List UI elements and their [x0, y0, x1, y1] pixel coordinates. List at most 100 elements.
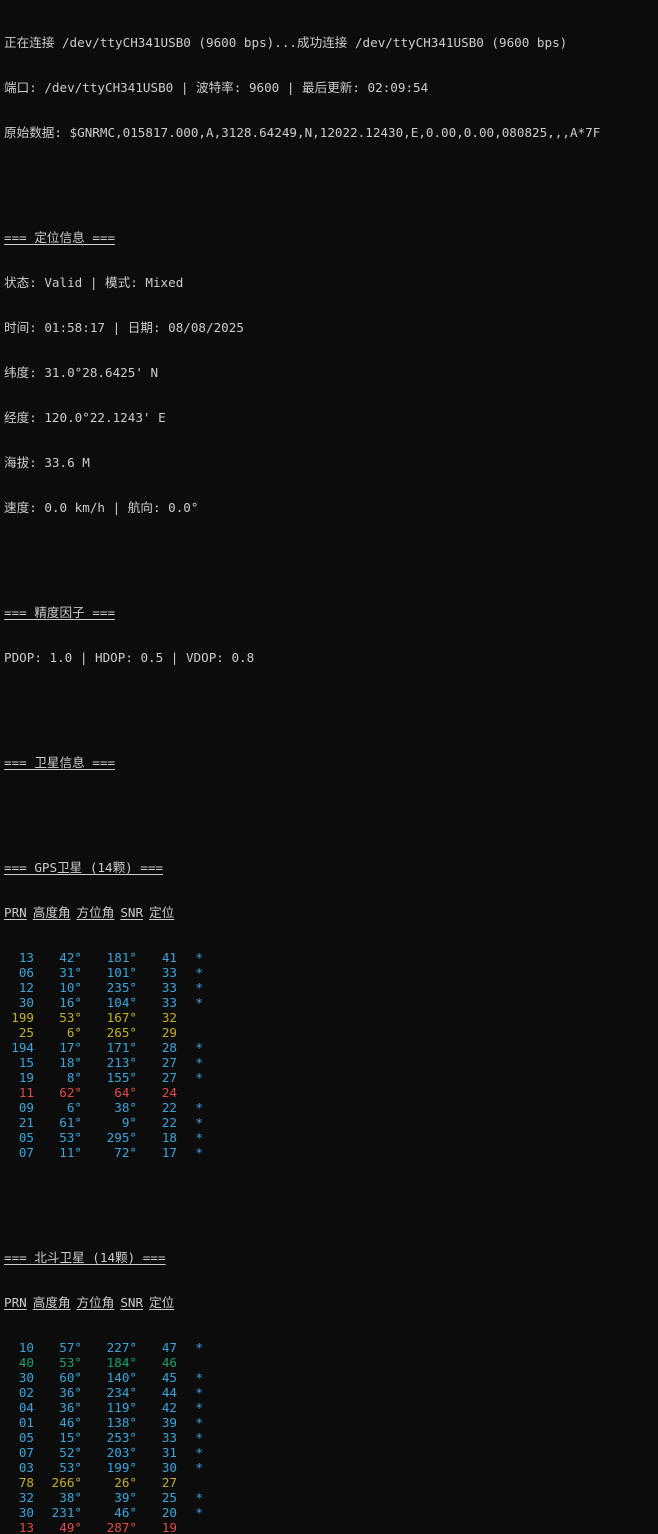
satellite-row: 10 57° 227° 47 * — [4, 1340, 658, 1355]
sat-snr: 44 — [161, 1385, 177, 1400]
sat-fix-flag: * — [195, 1115, 203, 1130]
sat-prn: 04 — [18, 1400, 34, 1415]
sat-prn: 78 — [18, 1475, 34, 1490]
sat-snr: 33 — [161, 995, 177, 1010]
col-snr-header: SNR — [120, 905, 144, 920]
satellite-heading: === 卫星信息 === — [4, 755, 116, 770]
sat-fix-flag: * — [195, 1460, 203, 1475]
sat-azimuth: 72° — [114, 1145, 137, 1160]
sat-snr: 41 — [161, 950, 177, 965]
satellite-row: 09 6° 38° 22 * — [4, 1100, 658, 1115]
sat-elevation: 53° — [59, 1010, 82, 1025]
sat-elevation: 36° — [59, 1400, 82, 1415]
sat-elevation: 36° — [59, 1385, 82, 1400]
sat-prn: 06 — [18, 965, 34, 980]
sat-fix-flag: * — [195, 1130, 203, 1145]
sat-fix-flag: * — [195, 1370, 203, 1385]
sat-snr: 25 — [161, 1490, 177, 1505]
sat-azimuth: 199° — [106, 1460, 137, 1475]
sat-prn: 09 — [18, 1100, 34, 1115]
sat-elevation: 57° — [59, 1340, 82, 1355]
sat-prn: 32 — [18, 1490, 34, 1505]
sat-fix-flag — [177, 1520, 203, 1534]
speed-course-line: 速度: 0.0 km/h | 航向: 0.0° — [4, 500, 199, 515]
terminal-window[interactable]: 正在连接 /dev/ttyCH341USB0 (9600 bps)...成功连接… — [0, 0, 658, 1534]
col-azimuth-header: 方位角 — [76, 1295, 115, 1310]
sat-azimuth: 138° — [106, 1415, 137, 1430]
sat-prn: 05 — [18, 1130, 34, 1145]
sat-elevation: 38° — [59, 1490, 82, 1505]
sat-fix-flag: * — [195, 1070, 203, 1085]
sat-fix-flag — [177, 1025, 203, 1040]
sat-fix-flag: * — [195, 1040, 203, 1055]
satellite-row: 19 8° 155° 27 * — [4, 1070, 658, 1085]
beidou-column-header: PRN 高度角 方位角 SNR 定位 — [4, 1295, 658, 1310]
sat-fix-flag: * — [195, 1445, 203, 1460]
sat-fix-flag: * — [195, 1145, 203, 1160]
sat-prn: 13 — [18, 950, 34, 965]
sat-azimuth: 9° — [121, 1115, 137, 1130]
satellite-row: 15 18° 213° 27 * — [4, 1055, 658, 1070]
sat-prn: 30 — [18, 1505, 34, 1520]
sat-azimuth: 104° — [106, 995, 137, 1010]
sat-snr: 20 — [161, 1505, 177, 1520]
sat-snr: 30 — [161, 1460, 177, 1475]
sat-elevation: 53° — [59, 1130, 82, 1145]
sat-azimuth: 287° — [106, 1520, 137, 1534]
sat-prn: 30 — [18, 995, 34, 1010]
sat-elevation: 46° — [59, 1415, 82, 1430]
sat-fix-flag: * — [195, 980, 203, 995]
sat-elevation: 49° — [59, 1520, 82, 1534]
sat-prn: 07 — [18, 1145, 34, 1160]
sat-elevation: 53° — [59, 1460, 82, 1475]
dop-values-line: PDOP: 1.0 | HDOP: 0.5 | VDOP: 0.8 — [4, 650, 255, 665]
sat-azimuth: 184° — [106, 1355, 137, 1370]
sat-snr: 47 — [161, 1340, 177, 1355]
sat-prn: 40 — [18, 1355, 34, 1370]
fix-status-line: 状态: Valid | 模式: Mixed — [4, 275, 184, 290]
sat-prn: 15 — [18, 1055, 34, 1070]
satellite-row: 12 10° 235° 33 * — [4, 980, 658, 995]
sat-azimuth: 253° — [106, 1430, 137, 1445]
sat-fix-flag: * — [195, 1400, 203, 1415]
sat-elevation: 62° — [59, 1085, 82, 1100]
satellite-row: 11 62° 64° 24 — [4, 1085, 658, 1100]
sat-fix-flag: * — [195, 1385, 203, 1400]
sat-elevation: 52° — [59, 1445, 82, 1460]
col-fix-header: 定位 — [149, 905, 175, 920]
satellite-row: 30 231° 46° 20 * — [4, 1505, 658, 1520]
sat-elevation: 42° — [59, 950, 82, 965]
sat-azimuth: 181° — [106, 950, 137, 965]
sat-prn: 02 — [18, 1385, 34, 1400]
beidou-section-heading: === 北斗卫星 (14颗) === — [4, 1250, 166, 1265]
sat-elevation: 11° — [59, 1145, 82, 1160]
satellite-row: 03 53° 199° 30 * — [4, 1460, 658, 1475]
sat-elevation: 8° — [66, 1070, 82, 1085]
sat-elevation: 31° — [59, 965, 82, 980]
sat-fix-flag — [177, 1475, 203, 1490]
satellite-row: 32 38° 39° 25 * — [4, 1490, 658, 1505]
sat-prn: 30 — [18, 1370, 34, 1385]
sat-fix-flag: * — [195, 1415, 203, 1430]
sat-elevation: 61° — [59, 1115, 82, 1130]
sat-snr: 27 — [161, 1475, 177, 1490]
sat-snr: 31 — [161, 1445, 177, 1460]
col-fix-header: 定位 — [149, 1295, 175, 1310]
sat-fix-flag: * — [195, 995, 203, 1010]
satellite-row: 13 49° 287° 19 — [4, 1520, 658, 1534]
port-info-line: 端口: /dev/ttyCH341USB0 | 波特率: 9600 | 最后更新… — [4, 80, 429, 95]
sat-prn: 19 — [18, 1070, 34, 1085]
sat-prn: 194 — [11, 1040, 34, 1055]
sat-elevation: 10° — [59, 980, 82, 995]
sat-snr: 19 — [161, 1520, 177, 1534]
sat-snr: 39 — [161, 1415, 177, 1430]
sat-azimuth: 46° — [114, 1505, 137, 1520]
sat-azimuth: 167° — [106, 1010, 137, 1025]
sat-elevation: 16° — [59, 995, 82, 1010]
sat-azimuth: 39° — [114, 1490, 137, 1505]
col-elevation-header: 高度角 — [32, 905, 71, 920]
col-elevation-header: 高度角 — [32, 1295, 71, 1310]
sat-fix-flag — [177, 1010, 203, 1025]
